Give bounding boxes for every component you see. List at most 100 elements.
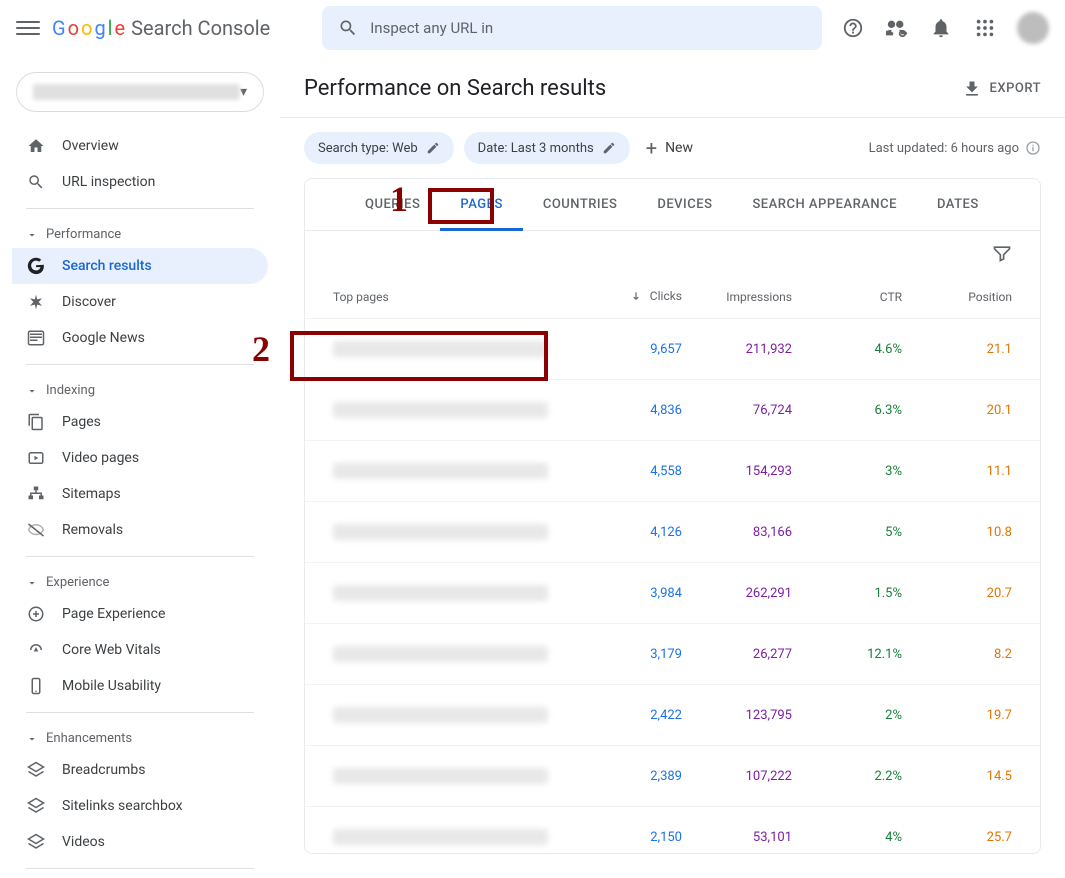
cell-clicks: 9,657 bbox=[572, 342, 682, 357]
col-header-page[interactable]: Top pages bbox=[333, 290, 572, 304]
redacted-page-url bbox=[333, 341, 548, 357]
info-icon[interactable] bbox=[1025, 140, 1041, 156]
gauge-icon bbox=[26, 640, 46, 660]
table-row[interactable]: 2,389107,2222.2%14.5 bbox=[305, 746, 1040, 807]
cell-impressions: 107,222 bbox=[682, 769, 792, 784]
cell-ctr: 2% bbox=[792, 708, 902, 723]
cell-position: 14.5 bbox=[902, 769, 1012, 784]
pencil-icon bbox=[602, 141, 616, 155]
sidebar-section-enhancements[interactable]: Enhancements bbox=[12, 721, 268, 752]
redacted-page-url bbox=[333, 402, 548, 418]
sidebar-section-performance[interactable]: Performance bbox=[12, 217, 268, 248]
cell-impressions: 26,277 bbox=[682, 647, 792, 662]
cell-clicks: 4,836 bbox=[572, 403, 682, 418]
filter-search-type[interactable]: Search type: Web bbox=[304, 132, 454, 164]
sidebar-item-breadcrumbs[interactable]: Breadcrumbs bbox=[12, 752, 268, 788]
col-header-ctr[interactable]: CTR bbox=[792, 290, 902, 304]
sidebar-item-sitelinks[interactable]: Sitelinks searchbox bbox=[12, 788, 268, 824]
sidebar-item-discover[interactable]: Discover bbox=[12, 284, 268, 320]
sidebar-item-core-web-vitals[interactable]: Core Web Vitals bbox=[12, 632, 268, 668]
bell-icon[interactable] bbox=[929, 16, 953, 40]
sidebar-item-removals[interactable]: Removals bbox=[12, 512, 268, 548]
cell-ctr: 3% bbox=[792, 464, 902, 479]
sidebar-item-sitemaps[interactable]: Sitemaps bbox=[12, 476, 268, 512]
cell-clicks: 4,558 bbox=[572, 464, 682, 479]
cell-ctr: 1.5% bbox=[792, 586, 902, 601]
logo[interactable]: Google Search Console bbox=[52, 16, 270, 40]
export-button[interactable]: EXPORT bbox=[962, 79, 1041, 99]
cell-impressions: 53,101 bbox=[682, 830, 792, 845]
layers-icon bbox=[26, 832, 46, 852]
sidebar-item-overview[interactable]: Overview bbox=[12, 128, 268, 164]
tab-dates[interactable]: DATES bbox=[917, 179, 999, 230]
cell-ctr: 4.6% bbox=[792, 342, 902, 357]
news-icon bbox=[26, 328, 46, 348]
col-header-clicks[interactable]: Clicks bbox=[572, 289, 682, 304]
redacted-page-url bbox=[333, 646, 548, 662]
sidebar: ▾ Overview URL inspection Performance Se… bbox=[0, 56, 280, 878]
filter-date[interactable]: Date: Last 3 months bbox=[464, 132, 630, 164]
cell-clicks: 2,150 bbox=[572, 830, 682, 845]
url-inspect-search[interactable]: Inspect any URL in bbox=[322, 6, 822, 50]
users-icon[interactable] bbox=[885, 16, 909, 40]
search-icon bbox=[338, 18, 358, 38]
table-row[interactable]: 3,984262,2911.5%20.7 bbox=[305, 563, 1040, 624]
page-title: Performance on Search results bbox=[304, 76, 606, 101]
sidebar-item-page-experience[interactable]: Page Experience bbox=[12, 596, 268, 632]
hide-icon bbox=[26, 520, 46, 540]
sidebar-item-video-pages[interactable]: Video pages bbox=[12, 440, 268, 476]
cell-impressions: 262,291 bbox=[682, 586, 792, 601]
help-icon[interactable] bbox=[841, 16, 865, 40]
chevron-down-icon bbox=[26, 577, 38, 589]
tab-search-appearance[interactable]: SEARCH APPEARANCE bbox=[732, 179, 917, 230]
sidebar-section-indexing[interactable]: Indexing bbox=[12, 373, 268, 404]
apps-icon[interactable] bbox=[973, 16, 997, 40]
tab-pages[interactable]: PAGES bbox=[440, 179, 522, 230]
table-row[interactable]: 4,558154,2933%11.1 bbox=[305, 441, 1040, 502]
topbar: Google Search Console Inspect any URL in bbox=[0, 0, 1065, 56]
col-header-impressions[interactable]: Impressions bbox=[682, 290, 792, 304]
sidebar-item-mobile-usability[interactable]: Mobile Usability bbox=[12, 668, 268, 704]
table-row[interactable]: 2,422123,7952%19.7 bbox=[305, 685, 1040, 746]
download-icon bbox=[962, 79, 982, 99]
cell-clicks: 3,179 bbox=[572, 647, 682, 662]
cell-impressions: 154,293 bbox=[682, 464, 792, 479]
tab-queries[interactable]: QUERIES bbox=[345, 179, 440, 230]
menu-icon[interactable] bbox=[16, 16, 40, 40]
cell-ctr: 5% bbox=[792, 525, 902, 540]
filter-new[interactable]: + New bbox=[646, 136, 693, 160]
sidebar-item-search-results[interactable]: Search results bbox=[12, 248, 268, 284]
redacted-page-url bbox=[333, 585, 548, 601]
table-row[interactable]: 3,17926,27712.1%8.2 bbox=[305, 624, 1040, 685]
table-row[interactable]: 2,15053,1014%25.7 bbox=[305, 807, 1040, 853]
property-selector[interactable]: ▾ bbox=[16, 72, 264, 112]
redacted-page-url bbox=[333, 524, 548, 540]
cell-position: 11.1 bbox=[902, 464, 1012, 479]
filter-icon[interactable] bbox=[992, 243, 1012, 263]
tab-countries[interactable]: COUNTRIES bbox=[523, 179, 638, 230]
pencil-icon bbox=[426, 141, 440, 155]
chevron-down-icon bbox=[26, 385, 38, 397]
col-header-position[interactable]: Position bbox=[902, 290, 1012, 304]
avatar[interactable] bbox=[1017, 12, 1049, 44]
sidebar-section-experience[interactable]: Experience bbox=[12, 565, 268, 596]
table-row[interactable]: 4,12683,1665%10.8 bbox=[305, 502, 1040, 563]
sidebar-item-pages[interactable]: Pages bbox=[12, 404, 268, 440]
sidebar-item-url-inspection[interactable]: URL inspection bbox=[12, 164, 268, 200]
cell-impressions: 76,724 bbox=[682, 403, 792, 418]
cell-ctr: 12.1% bbox=[792, 647, 902, 662]
video-icon bbox=[26, 448, 46, 468]
redacted-page-url bbox=[333, 768, 548, 784]
cell-clicks: 3,984 bbox=[572, 586, 682, 601]
cell-impressions: 211,932 bbox=[682, 342, 792, 357]
tab-devices[interactable]: DEVICES bbox=[637, 179, 732, 230]
sidebar-item-videos[interactable]: Videos bbox=[12, 824, 268, 860]
table-row[interactable]: 9,657211,9324.6%21.1 bbox=[305, 319, 1040, 380]
redacted-page-url bbox=[333, 829, 548, 845]
table-row[interactable]: 4,83676,7246.3%20.1 bbox=[305, 380, 1040, 441]
home-icon bbox=[26, 136, 46, 156]
cell-position: 20.7 bbox=[902, 586, 1012, 601]
sidebar-item-google-news[interactable]: Google News bbox=[12, 320, 268, 356]
chevron-down-icon bbox=[26, 733, 38, 745]
cell-position: 20.1 bbox=[902, 403, 1012, 418]
